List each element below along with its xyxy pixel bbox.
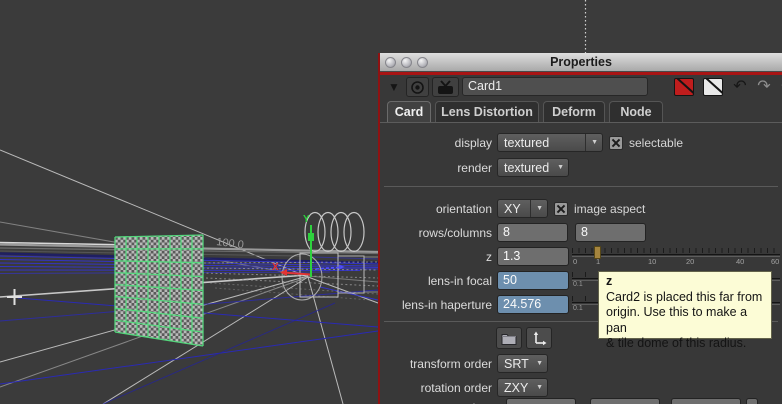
z-input[interactable]: 1.3 — [497, 247, 569, 266]
tooltip-title: z — [606, 274, 613, 288]
translate-x-input[interactable] — [506, 398, 576, 404]
z-slider-handle[interactable] — [594, 246, 601, 259]
orientation-dropdown[interactable]: XY ▼ — [497, 199, 548, 218]
selectable-label: selectable — [629, 135, 684, 150]
lens-in-haperture-input[interactable]: 24.576 — [497, 295, 569, 314]
card-geometry — [114, 234, 204, 347]
render-dropdown[interactable]: textured ▼ — [497, 158, 569, 177]
snap-to-axis-button[interactable] — [526, 327, 552, 349]
z-slider-tick-label: 10 — [648, 257, 657, 266]
transform-order-label: transform order — [409, 356, 492, 371]
z-slider-tick-label: 60 — [771, 257, 780, 266]
chevron-down-icon: ▼ — [585, 134, 598, 151]
translate-y-input[interactable] — [590, 398, 660, 404]
folder-icon — [501, 333, 517, 345]
tab-node[interactable]: Node — [609, 101, 663, 122]
translate-extra-button[interactable] — [746, 398, 758, 404]
z-slider[interactable]: 0 1 10 20 40 60 — [572, 246, 780, 266]
node-color-swatch-icon — [674, 78, 694, 96]
center-node-button[interactable] — [406, 77, 429, 97]
tab-lens-distortion[interactable]: Lens Distortion — [435, 101, 539, 122]
screen: 100.0 Y X Properties ▼ Card1 ↶ ↷ Card Le… — [0, 0, 782, 404]
display-label: display — [454, 135, 492, 150]
translate-z-input[interactable] — [671, 398, 741, 404]
panel-menu-button[interactable]: ▼ — [386, 77, 402, 97]
z-label: z — [486, 249, 492, 264]
tooltip-text-line: origin. Use this to make a pan — [606, 305, 748, 335]
tab-deform[interactable]: Deform — [543, 101, 605, 122]
axis-y-label: Y — [303, 214, 310, 225]
display-dropdown[interactable]: textured ▼ — [497, 133, 603, 152]
tooltip-text-line: Card2 is placed this far from — [606, 289, 763, 304]
record-target-icon — [411, 80, 424, 94]
render-label: render — [457, 160, 492, 175]
rows-columns-label: rows/columns — [418, 225, 492, 240]
image-aspect-label: image aspect — [574, 201, 646, 216]
node-toolbar: ▼ Card1 ↶ ↷ ↺ — [380, 75, 782, 100]
columns-input[interactable]: 8 — [575, 223, 646, 242]
node-name-input[interactable]: Card1 — [462, 77, 648, 96]
lens-in-focal-label: lens-in focal — [427, 273, 492, 288]
axis-x-label: X — [272, 262, 279, 273]
redo-button[interactable]: ↷ — [753, 77, 775, 97]
divider — [384, 186, 778, 187]
chevron-down-icon: ▼ — [530, 200, 543, 217]
tooltip: z Card2 is placed this far from origin. … — [598, 271, 772, 350]
slider-min-label: 0.1 — [573, 281, 583, 288]
revert-button[interactable]: ↺ — [776, 77, 782, 97]
z-slider-tick-label: 40 — [736, 257, 745, 266]
file-browse-button[interactable] — [496, 327, 522, 349]
tab-bar: Card Lens Distortion Deform Node — [380, 101, 782, 123]
z-slider-tick-label: 20 — [686, 257, 695, 266]
translate-label: translate — [380, 401, 492, 404]
tv-monitor-icon — [438, 79, 453, 94]
axis-arrows-icon — [533, 331, 546, 345]
transform-order-dropdown[interactable]: SRT ▼ — [497, 354, 548, 373]
tooltip-text-line: & tile dome of this radius. — [606, 336, 747, 350]
rotation-order-label: rotation order — [420, 380, 492, 395]
z-slider-tick-label: 0 — [573, 257, 578, 266]
tab-card[interactable]: Card — [387, 101, 431, 122]
undo-button[interactable]: ↶ — [729, 77, 751, 97]
chevron-down-icon: ▼ — [536, 360, 543, 367]
gl-color-button[interactable] — [702, 77, 724, 97]
chevron-down-icon: ▼ — [536, 384, 543, 391]
node-color-button[interactable] — [673, 77, 695, 97]
triangle-down-icon: ▼ — [388, 80, 400, 94]
window-titlebar[interactable]: Properties — [380, 53, 782, 72]
gl-color-swatch-icon — [703, 78, 723, 96]
lens-in-focal-input[interactable]: 50 — [497, 271, 569, 290]
viewer-monitor-button[interactable] — [432, 77, 459, 97]
rows-input[interactable]: 8 — [497, 223, 568, 242]
lens-in-haperture-label: lens-in haperture — [401, 297, 492, 312]
undo-arrow-icon: ↶ — [733, 78, 747, 95]
rotation-order-dropdown[interactable]: ZXY ▼ — [497, 378, 548, 397]
redo-arrow-icon: ↷ — [757, 78, 771, 95]
orientation-label: orientation — [435, 201, 492, 216]
selectable-checkbox[interactable] — [609, 135, 623, 150]
window-title: Properties — [550, 55, 612, 69]
slider-min-label: 0.1 — [573, 305, 583, 312]
image-aspect-checkbox[interactable] — [554, 201, 568, 216]
chevron-down-icon: ▼ — [557, 164, 564, 171]
